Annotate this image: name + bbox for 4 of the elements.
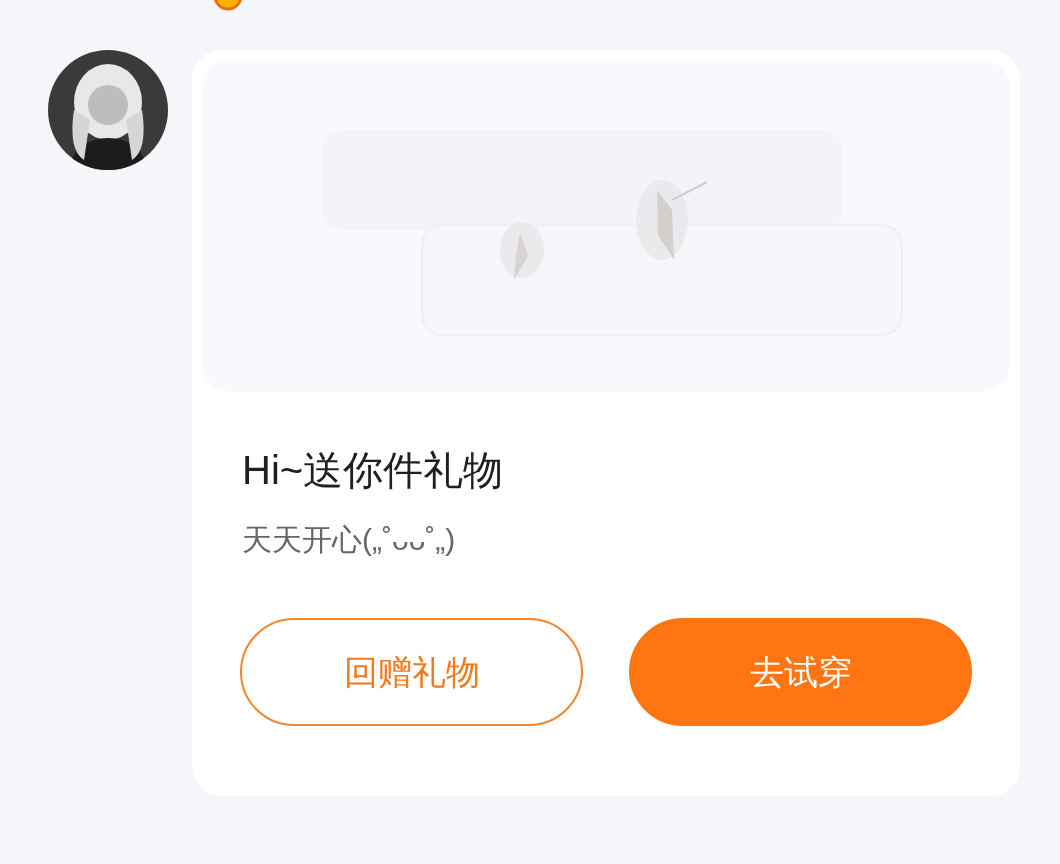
card-title: Hi~送你件礼物 [242, 447, 505, 494]
try-on-button[interactable]: 去试穿 [629, 618, 972, 726]
return-gift-button[interactable]: 回赠礼物 [240, 618, 583, 726]
card-message: 天天开心(„˚ᴗᴗ˚„) [242, 522, 457, 558]
